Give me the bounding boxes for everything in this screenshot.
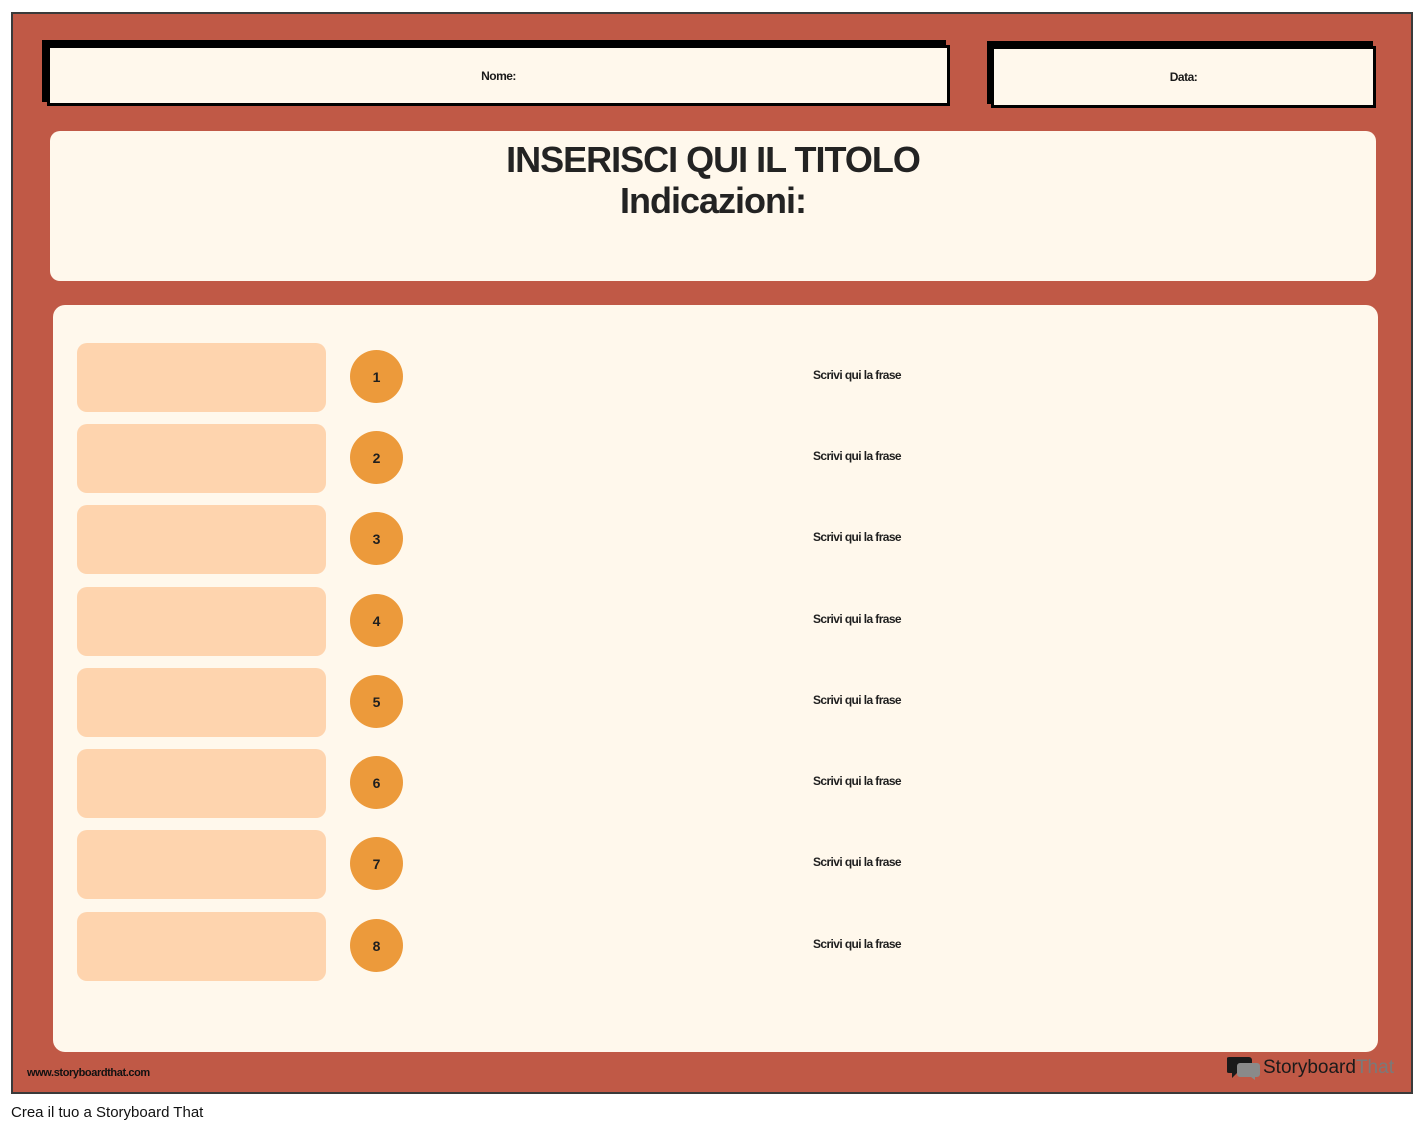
date-field-box[interactable]: Data: [991, 46, 1376, 108]
date-field[interactable]: Data: [987, 41, 1376, 108]
storyboardthat-logo[interactable]: Storyboard That [1227, 1055, 1402, 1081]
answer-slot[interactable] [77, 912, 326, 981]
answer-slot[interactable] [77, 424, 326, 493]
number-badge: 4 [350, 594, 403, 647]
list-row: 1 Scrivi qui la frase [53, 343, 1378, 412]
sentence-text[interactable]: Scrivi qui la frase [813, 937, 913, 951]
answer-slot[interactable] [77, 343, 326, 412]
list-row: 4 Scrivi qui la frase [53, 587, 1378, 656]
number-badge: 1 [350, 350, 403, 403]
list-row: 6 Scrivi qui la frase [53, 749, 1378, 818]
brand-name-part2: That [1355, 1057, 1394, 1078]
answer-slot[interactable] [77, 505, 326, 574]
answer-slot[interactable] [77, 587, 326, 656]
sentence-text[interactable]: Scrivi qui la frase [813, 612, 913, 626]
number-badge: 7 [350, 837, 403, 890]
answer-slot[interactable] [77, 668, 326, 737]
sentence-text[interactable]: Scrivi qui la frase [813, 693, 913, 707]
sentence-text[interactable]: Scrivi qui la frase [813, 774, 913, 788]
sentence-text[interactable]: Scrivi qui la frase [813, 855, 913, 869]
number-badge: 6 [350, 756, 403, 809]
sentence-text[interactable]: Scrivi qui la frase [813, 530, 913, 544]
name-field-box[interactable]: Nome: [47, 45, 950, 106]
brand-name-part1: Storyboard [1263, 1057, 1356, 1078]
list-row: 5 Scrivi qui la frase [53, 668, 1378, 737]
sentence-text[interactable]: Scrivi qui la frase [813, 368, 913, 382]
answer-slot[interactable] [77, 830, 326, 899]
footer-url[interactable]: www.storyboardthat.com [27, 1067, 150, 1079]
answer-slot[interactable] [77, 749, 326, 818]
number-badge: 5 [350, 675, 403, 728]
number-badge: 8 [350, 919, 403, 972]
worksheet-title[interactable]: INSERISCI QUI IL TITOLO [50, 139, 1376, 181]
instructions-heading[interactable]: Indicazioni: [50, 181, 1376, 221]
page-caption[interactable]: Crea il tuo a Storyboard That [11, 1104, 203, 1121]
sequence-list-panel: 1 Scrivi qui la frase 2 Scrivi qui la fr… [53, 305, 1378, 1052]
sentence-text[interactable]: Scrivi qui la frase [813, 449, 913, 463]
number-badge: 3 [350, 512, 403, 565]
date-label: Data: [1169, 70, 1198, 84]
list-row: 3 Scrivi qui la frase [53, 505, 1378, 574]
list-row: 7 Scrivi qui la frase [53, 830, 1378, 899]
name-label: Nome: [481, 68, 516, 83]
list-row: 8 Scrivi qui la frase [53, 912, 1378, 981]
name-field[interactable]: Nome: [42, 40, 950, 106]
title-panel: INSERISCI QUI IL TITOLO Indicazioni: [50, 131, 1376, 281]
list-row: 2 Scrivi qui la frase [53, 424, 1378, 493]
number-badge: 2 [350, 431, 403, 484]
speech-bubbles-icon [1227, 1057, 1260, 1080]
